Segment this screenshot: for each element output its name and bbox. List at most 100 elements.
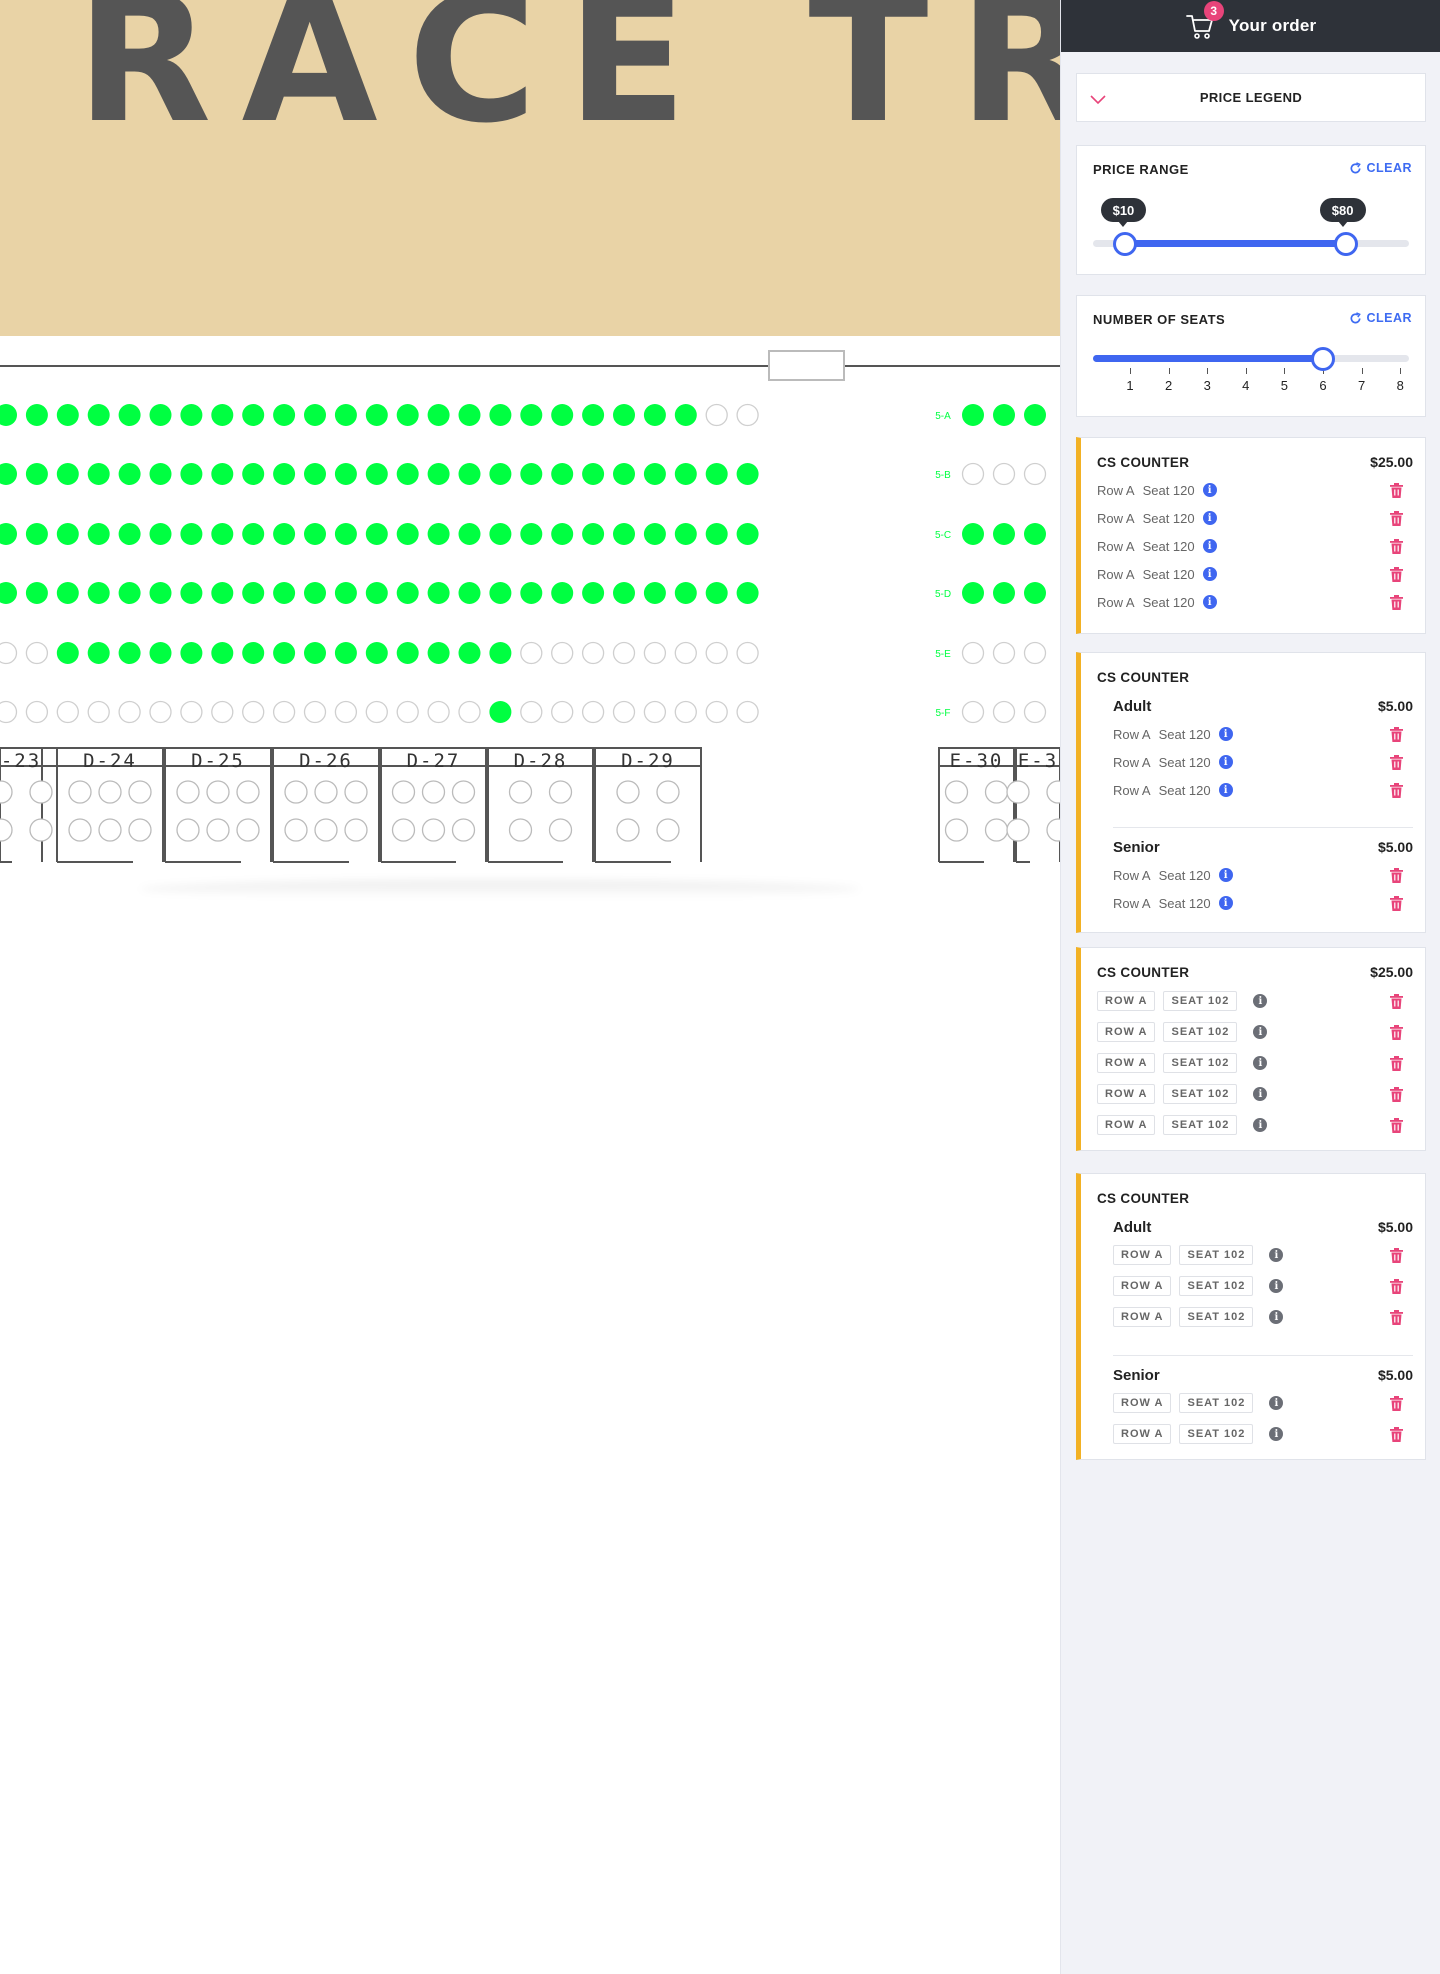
info-icon[interactable]: i <box>1218 727 1233 741</box>
seat-available[interactable] <box>582 404 605 426</box>
trash-icon[interactable] <box>1390 539 1403 554</box>
seat-available[interactable] <box>396 642 419 664</box>
seat-available[interactable] <box>458 523 481 545</box>
table-seat-empty[interactable] <box>68 780 92 804</box>
seat-available[interactable] <box>962 404 984 426</box>
table-seat-empty[interactable] <box>98 818 122 842</box>
table-seat-empty[interactable] <box>128 780 152 804</box>
seat-available[interactable] <box>705 463 728 485</box>
seat-empty[interactable] <box>149 700 172 724</box>
price-range-clear-button[interactable]: CLEAR <box>1349 161 1412 175</box>
seat-empty[interactable] <box>25 641 49 665</box>
seat-empty[interactable] <box>1023 700 1047 724</box>
table-seat-empty[interactable] <box>451 818 476 842</box>
seat-empty[interactable] <box>396 700 419 724</box>
seat-available[interactable] <box>489 463 512 485</box>
seat-available[interactable] <box>118 642 141 664</box>
seat-empty[interactable] <box>1023 641 1047 665</box>
seat-empty[interactable] <box>520 700 543 724</box>
seat-available[interactable] <box>242 523 265 545</box>
table-seat-empty[interactable] <box>176 818 200 842</box>
price-min-handle[interactable] <box>1112 232 1137 256</box>
table-seat-empty[interactable] <box>451 780 476 804</box>
seat-available[interactable] <box>334 582 357 604</box>
seat-available[interactable] <box>56 404 79 426</box>
seat-available[interactable] <box>273 582 296 604</box>
seat-available[interactable] <box>458 463 481 485</box>
seat-available[interactable] <box>149 582 172 604</box>
table-seat-empty[interactable] <box>0 818 13 842</box>
price-legend-toggle[interactable]: PRICE LEGEND <box>1076 73 1426 122</box>
table-seat-empty[interactable] <box>284 818 308 842</box>
seat-empty[interactable] <box>612 700 636 724</box>
seat-available[interactable] <box>365 523 388 545</box>
table-seat-empty[interactable] <box>206 818 230 842</box>
trash-icon[interactable] <box>1390 727 1403 742</box>
seat-available[interactable] <box>736 463 759 485</box>
info-icon[interactable]: i <box>1269 1279 1284 1293</box>
seat-empty[interactable] <box>612 641 636 665</box>
info-icon[interactable]: i <box>1269 1310 1284 1324</box>
seat-available[interactable] <box>334 523 357 545</box>
seat-available[interactable] <box>674 582 697 604</box>
trash-icon[interactable] <box>1390 483 1403 498</box>
seat-empty[interactable] <box>643 700 667 724</box>
number-of-seats-handle[interactable] <box>1311 347 1335 371</box>
seat-available[interactable] <box>180 642 203 664</box>
seat-available[interactable] <box>365 404 388 426</box>
table-seat-empty[interactable] <box>29 780 53 804</box>
seat-available[interactable] <box>25 582 48 604</box>
seat-available[interactable] <box>613 582 635 604</box>
seat-available[interactable] <box>56 463 79 485</box>
seat-available[interactable] <box>520 582 543 604</box>
seat-available[interactable] <box>304 404 326 426</box>
seat-empty[interactable] <box>705 700 728 724</box>
table-seat-empty[interactable] <box>1046 780 1060 804</box>
seat-available[interactable] <box>396 463 419 485</box>
seat-empty[interactable] <box>551 641 574 665</box>
seat-available[interactable] <box>211 404 234 426</box>
seat-empty[interactable] <box>674 641 697 665</box>
seat-available[interactable] <box>334 404 357 426</box>
table-seat-empty[interactable] <box>98 780 122 804</box>
table-seat-empty[interactable] <box>0 780 13 804</box>
table-seat-empty[interactable] <box>391 818 416 842</box>
table-seat-empty[interactable] <box>1006 780 1030 804</box>
seat-available[interactable] <box>396 404 419 426</box>
seat-available[interactable] <box>613 404 635 426</box>
seat-available[interactable] <box>304 463 326 485</box>
seat-available[interactable] <box>489 404 512 426</box>
seat-available[interactable] <box>211 523 234 545</box>
seat-empty[interactable] <box>0 700 18 724</box>
seat-available[interactable] <box>674 523 697 545</box>
table-seat-empty[interactable] <box>944 818 969 842</box>
seat-available[interactable] <box>87 582 110 604</box>
seat-empty[interactable] <box>961 700 985 724</box>
seat-empty[interactable] <box>458 700 481 724</box>
seat-available[interactable] <box>674 404 697 426</box>
seat-available[interactable] <box>365 582 388 604</box>
seat-available[interactable] <box>551 463 574 485</box>
trash-icon[interactable] <box>1390 783 1403 798</box>
seat-available[interactable] <box>1024 582 1046 604</box>
info-icon[interactable]: i <box>1202 483 1217 497</box>
info-icon[interactable]: i <box>1202 539 1217 553</box>
table-seat-empty[interactable] <box>284 780 308 804</box>
seat-available[interactable] <box>242 404 265 426</box>
seat-empty[interactable] <box>303 700 327 724</box>
seat-available[interactable] <box>25 463 48 485</box>
seat-empty[interactable] <box>334 700 358 724</box>
trash-icon[interactable] <box>1390 511 1403 526</box>
info-icon[interactable]: i <box>1269 1396 1284 1410</box>
info-icon[interactable]: i <box>1269 1427 1284 1441</box>
seat-available[interactable] <box>304 523 326 545</box>
table-seat-empty[interactable] <box>391 780 416 804</box>
seat-empty[interactable] <box>56 700 79 724</box>
seat-available[interactable] <box>242 582 265 604</box>
seat-available[interactable] <box>582 463 605 485</box>
seat-available[interactable] <box>582 523 605 545</box>
trash-icon[interactable] <box>1390 1118 1403 1133</box>
trash-icon[interactable] <box>1390 1087 1403 1102</box>
seat-available[interactable] <box>551 523 574 545</box>
table-seat-empty[interactable] <box>656 818 680 842</box>
